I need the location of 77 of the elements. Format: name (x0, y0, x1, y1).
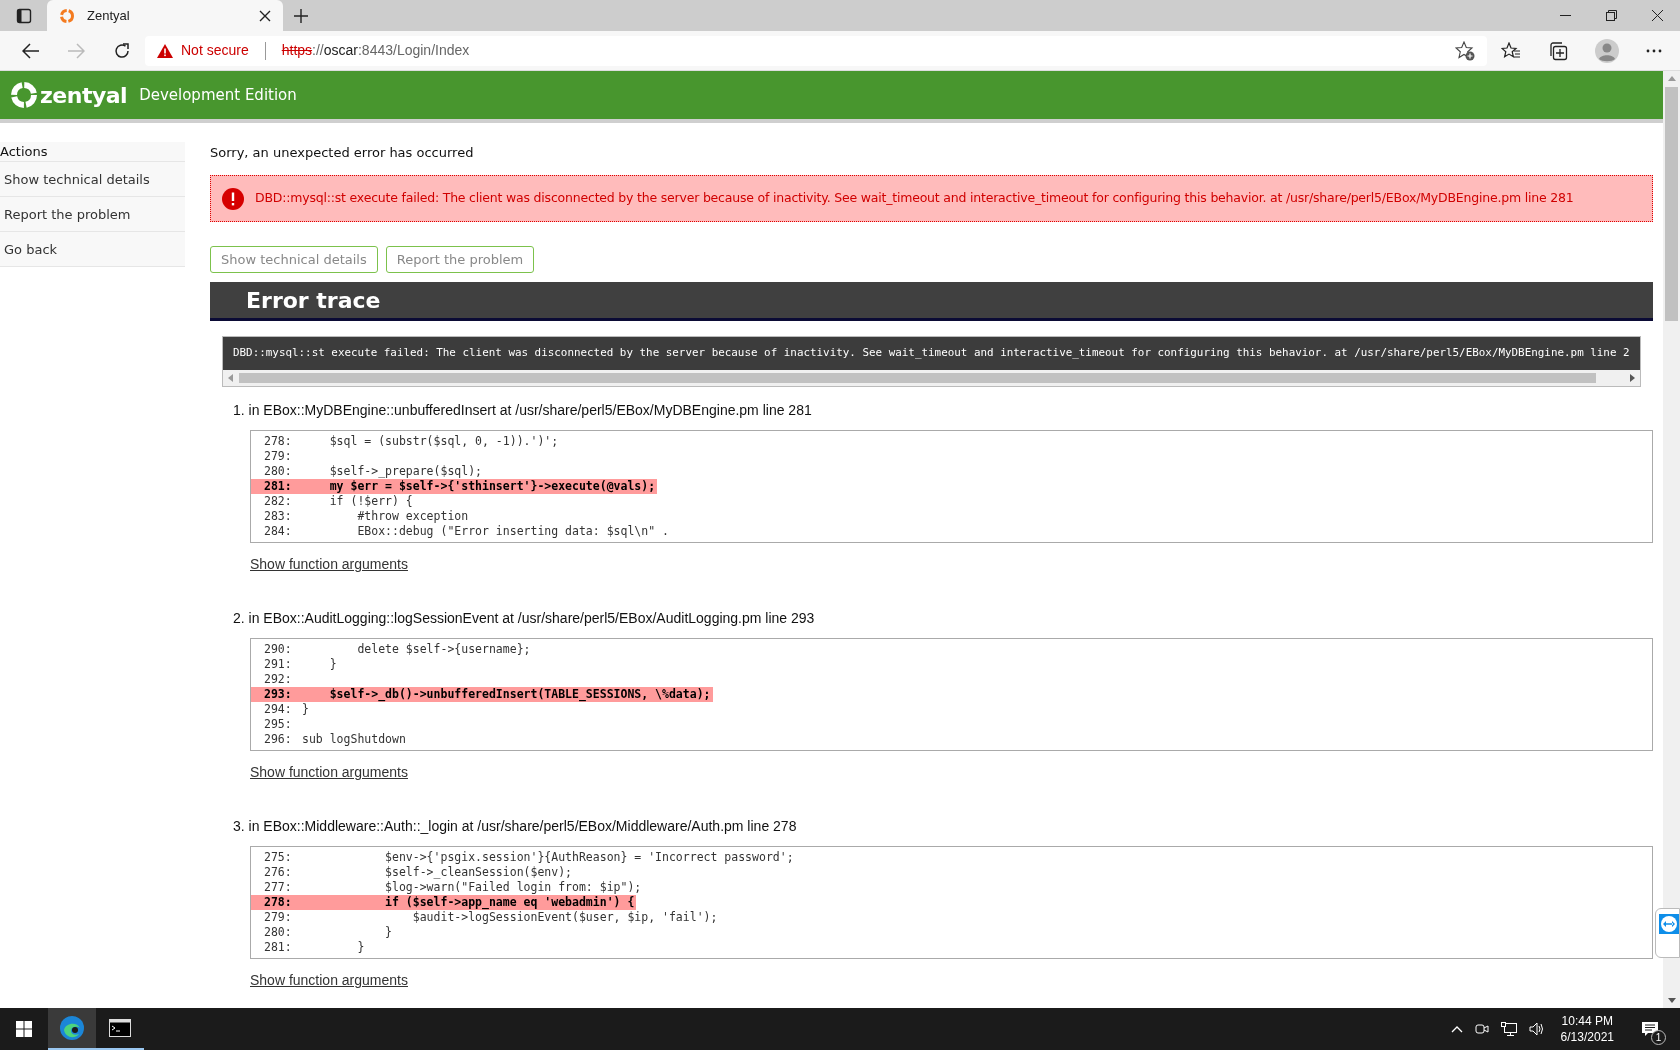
url-text[interactable]: https://oscar:8443/Login/Index (281, 40, 1447, 61)
collections-icon[interactable] (1547, 40, 1568, 61)
remote-control-widget[interactable] (1655, 908, 1680, 958)
close-icon[interactable] (1651, 10, 1663, 21)
scrollbar-thumb[interactable] (1665, 87, 1678, 321)
browser-app-icon (59, 1015, 85, 1041)
function-arguments-link[interactable]: Show function arguments (250, 555, 408, 573)
code-line: 279: (263, 449, 293, 464)
notification-badge: 1 (1651, 1030, 1666, 1045)
code-line: 277: $log->warn("Failed login from: $ip"); (263, 880, 643, 895)
double-arrow-icon (1659, 914, 1679, 934)
start-icon[interactable] (16, 1021, 32, 1037)
browser-tab[interactable]: Zentyal (47, 0, 283, 31)
new-tab-icon[interactable] (294, 8, 308, 23)
code-line: 280: } (263, 925, 393, 940)
address-bar[interactable]: Not secure https://oscar:8443/Login/Index (145, 35, 1487, 66)
code-line: 283: #throw exception (263, 509, 470, 524)
error-message: DBD::mysql::st execute failed: The client was disconnected by the server because of inactivity. See wait_timeout and interactive_timeout for configuring this behavior. at /usr/share/perl5/EBox/MyDBEngine.pm line 281 (255, 189, 1574, 208)
action-button[interactable]: Report the problem (385, 246, 535, 273)
close-tab-icon[interactable] (259, 9, 271, 22)
scrollbar-thumb[interactable] (239, 373, 1596, 383)
frame-heading: 2. in EBox::AuditLogging::logSessionEvent at /usr/share/perl5/EBox/AuditLogging.pm line 293 (233, 609, 816, 627)
code-line: 296: sub logShutdown (263, 732, 407, 747)
restore-icon[interactable] (1605, 10, 1617, 21)
profile-avatar-icon[interactable] (1595, 38, 1620, 63)
camera-icon[interactable] (1474, 1022, 1489, 1036)
browser-taskbar-button[interactable] (48, 1008, 96, 1050)
code-line: 278: $sql = (substr($sql, 0, -1)).')'; (263, 434, 560, 449)
notifications-icon[interactable] (1642, 1022, 1658, 1036)
trace-message: DBD::mysql::st execute failed: The client was disconnected by the server because of inactivity. See wait_timeout and interactive_timeout for configuring this behavior. at /usr/share/perl5/EBox/MyDBEngine.pm line 2 (233, 345, 1630, 362)
network-icon[interactable] (1500, 1021, 1517, 1037)
code-line: 292: (263, 672, 293, 687)
clock-time: 10:44 PM (1561, 1013, 1613, 1029)
code-line: 295: (263, 717, 293, 732)
more-icon[interactable] (1646, 48, 1663, 53)
error-intro: Sorry, an unexpected error has occurred (210, 145, 475, 161)
warning-icon (157, 43, 173, 58)
code-line: 291: } (263, 657, 338, 672)
code-line: 282: if (!$err) { (263, 494, 414, 509)
edition-label: Development Edition (139, 84, 297, 106)
logo-icon (10, 81, 38, 109)
code-line: 279: $audit->logSessionEvent($user, $ip, 'fail'); (263, 910, 719, 925)
security-label[interactable]: Not secure (181, 40, 249, 61)
logo-text: zentyal (40, 81, 128, 110)
code-line: 284: EBox::debug ("Error inserting data: $sql\n" . (263, 524, 670, 539)
page-scrollbar[interactable] (1663, 71, 1680, 1008)
app-logo-icon (59, 7, 75, 24)
sidebar-link[interactable]: Go back (0, 232, 185, 267)
sidebar-link[interactable]: Report the problem (0, 197, 185, 232)
frame-heading: 3. in EBox::Middleware::Auth::_login at /usr/share/perl5/EBox/Middleware/Auth.pm line 278 (233, 817, 798, 835)
favorites-icon[interactable] (1500, 41, 1521, 60)
code-line: 281: } (263, 940, 366, 955)
code-line: 280: $self->_prepare($sql); (263, 464, 483, 479)
clock-date: 6/13/2021 (1560, 1029, 1614, 1045)
sidebar-title: Actions (0, 142, 185, 162)
error-icon (222, 187, 244, 210)
tab-actions-icon[interactable] (15, 7, 32, 24)
code-line: 275: $env->{'psgix.session'}{AuthReason} = 'Incorrect password'; (263, 850, 795, 865)
frame-heading: 1. in EBox::MyDBEngine::unbufferedInsert at /usr/share/perl5/EBox/MyDBEngine.pm line 281 (233, 401, 813, 419)
code-line: 276: $self->_cleanSession($env); (263, 865, 574, 880)
clock[interactable]: 10:44 PM 6/13/2021 (1556, 1013, 1618, 1045)
horizontal-scrollbar[interactable] (223, 370, 1640, 386)
tab-title: Zentyal (87, 6, 131, 25)
minimize-icon[interactable] (1559, 14, 1571, 17)
section-title: Error trace (246, 286, 381, 315)
function-arguments-link[interactable]: Show function arguments (250, 971, 408, 989)
code-line: 294: } (263, 702, 310, 717)
volume-icon[interactable] (1528, 1022, 1545, 1036)
terminal-icon (109, 1019, 131, 1037)
sidebar-link[interactable]: Show technical details (0, 162, 185, 197)
back-icon[interactable] (21, 42, 40, 59)
function-arguments-link[interactable]: Show function arguments (250, 763, 408, 781)
chevron-up-icon[interactable] (1450, 1025, 1463, 1033)
code-line: 290: delete $self->{username}; (263, 642, 532, 657)
refresh-icon[interactable] (113, 41, 132, 60)
add-favorite-icon[interactable] (1455, 40, 1475, 61)
action-button[interactable]: Show technical details (210, 246, 378, 273)
